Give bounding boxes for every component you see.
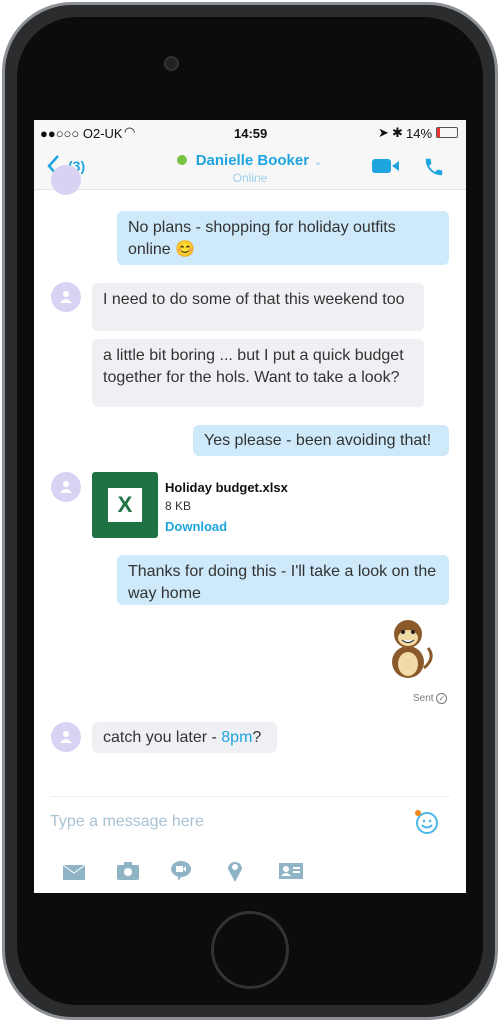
person-icon (60, 731, 72, 743)
excel-letter: X (108, 488, 142, 522)
presence-status: Online (232, 171, 268, 185)
file-size: 8 KB (165, 499, 192, 513)
home-button[interactable] (211, 911, 289, 989)
message-text: No plans - shopping for holiday outfits (128, 219, 396, 236)
status-bar: ●●○○○ O2-UK ◠ 14:59 ➤ ✱ 14% (34, 120, 466, 146)
chat-header: (3) Danielle Booker ⌄ Online (34, 146, 466, 190)
composer-divider (50, 796, 450, 797)
monkey-sticker[interactable] (384, 618, 436, 682)
screen: ●●○○○ O2-UK ◠ 14:59 ➤ ✱ 14% (3) Danielle… (34, 120, 466, 893)
message-bubble-incoming[interactable]: catch you later - 8pm? (92, 722, 277, 753)
battery-icon (436, 127, 458, 138)
contact-name: Danielle Booker (195, 152, 310, 169)
camera-icon[interactable] (116, 861, 140, 881)
file-name: Holiday budget.xlsx (165, 480, 288, 495)
download-link[interactable]: Download (165, 519, 227, 534)
avatar[interactable] (51, 282, 81, 312)
message-bubble-outgoing[interactable]: No plans - shopping for holiday outfits … (117, 211, 449, 265)
presence-dot (177, 155, 188, 165)
sent-status: Sent ✓ (413, 693, 448, 704)
message-bubble-outgoing[interactable]: Yes please - been avoiding that! (193, 425, 449, 456)
message-text: ? (252, 729, 262, 746)
video-call-icon[interactable] (372, 158, 400, 174)
person-icon (60, 291, 72, 303)
message-text: Thanks for doing this - I'll take a look… (128, 563, 437, 602)
emoticon-icon[interactable] (414, 809, 440, 835)
person-icon (60, 481, 72, 493)
contact-card-icon[interactable] (278, 862, 304, 880)
message-text: catch you later - (103, 729, 222, 746)
carrier: ●●○○○ O2-UK (40, 126, 123, 141)
phone-call-icon[interactable] (423, 156, 445, 178)
chevron-down-icon: ⌄ (313, 156, 323, 168)
location-pin-icon[interactable] (227, 859, 243, 883)
location-icon: ➤ (378, 125, 389, 140)
avatar[interactable] (51, 722, 81, 752)
time-link[interactable]: 8pm (221, 729, 252, 746)
battery-percent: 14% (406, 126, 433, 141)
message-bubble-outgoing[interactable]: Thanks for doing this - I'll take a look… (117, 555, 449, 605)
message-bubble-incoming[interactable]: a little bit boring ... but I put a quic… (92, 339, 424, 407)
message-bubble-incoming[interactable]: I need to do some of that this weekend t… (92, 283, 424, 331)
message-text: a little bit boring ... but I put a quic… (103, 347, 404, 386)
clock: 14:59 (234, 126, 268, 141)
message-input[interactable]: Type a message here (50, 813, 204, 831)
wifi-icon: ◠ (124, 124, 136, 139)
bluetooth-icon: ✱ (392, 125, 403, 140)
video-message-icon[interactable] (170, 860, 192, 882)
message-text: I need to do some of that this weekend t… (103, 291, 405, 308)
check-circle-icon: ✓ (436, 693, 448, 704)
smile-emoji-icon: 😊 (175, 241, 196, 258)
message-text: online (128, 241, 171, 258)
front-camera (164, 56, 179, 71)
media-gallery-icon[interactable] (62, 861, 86, 881)
message-text: Yes please - been avoiding that! (204, 432, 432, 449)
avatar (51, 165, 81, 195)
contact-title[interactable]: Danielle Booker ⌄ Online (34, 152, 466, 185)
avatar[interactable] (51, 472, 81, 502)
excel-file-icon[interactable]: X (92, 472, 158, 538)
